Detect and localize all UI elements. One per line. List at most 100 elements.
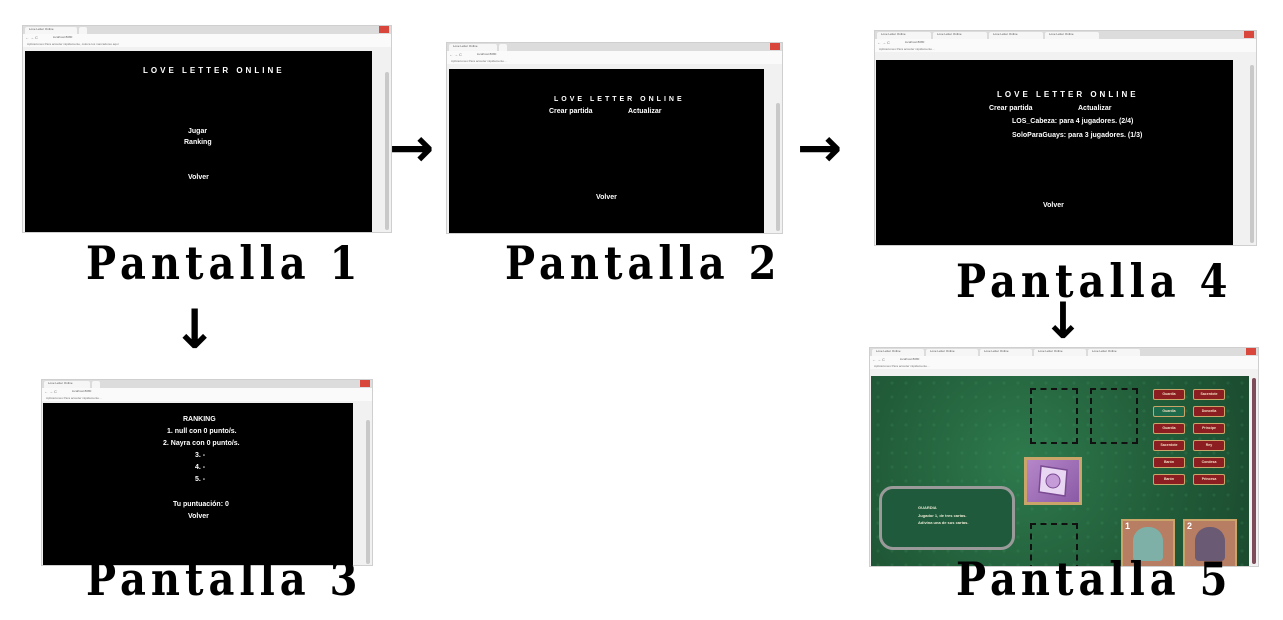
caption-pantalla-3: Pantalla 3 [86, 552, 363, 607]
browser-tab-bar: Love Letter Online –□ [42, 380, 372, 395]
game-list-item[interactable]: LOS_Cabeza: para 4 jugadores. (2/4) [1012, 118, 1133, 125]
refresh-link[interactable]: Actualizar [1078, 105, 1111, 112]
browser-tab[interactable]: Love Letter Online [449, 44, 497, 51]
deck-card[interactable] [1024, 457, 1082, 505]
screenshot-pantalla-3: Love Letter Online –□ ←→C localhost:8080… [41, 379, 373, 566]
card-button-condesa[interactable]: Condesa [1193, 457, 1225, 468]
nav-arrows-icon[interactable]: ←→C [877, 40, 891, 45]
panel-line: Jugador 1, de tres cartas. [918, 513, 967, 518]
back-link[interactable]: Volver [188, 174, 209, 181]
create-game-link[interactable]: Crear partida [549, 108, 593, 115]
panel-line: Adivina una de sus cartas. [918, 520, 969, 525]
card-button-sacerdote[interactable]: Sacerdote [1193, 389, 1225, 400]
nav-arrows-icon[interactable]: ←→C [449, 52, 463, 57]
url-text[interactable]: localhost:8080 [72, 389, 91, 393]
card-button-baron[interactable]: Barón [1153, 474, 1185, 485]
back-link[interactable]: Volver [1043, 202, 1064, 209]
create-game-link[interactable]: Crear partida [989, 105, 1033, 112]
scrollbar[interactable] [366, 420, 370, 564]
close-icon[interactable] [1246, 348, 1256, 355]
close-icon[interactable] [379, 26, 389, 33]
refresh-link[interactable]: Actualizar [628, 108, 661, 115]
arrow-down-icon: ↓ [1042, 292, 1084, 350]
browser-tab[interactable]: Love Letter Online [1034, 349, 1086, 356]
nav-arrows-icon[interactable]: ←→C [44, 389, 58, 394]
new-tab[interactable] [92, 381, 100, 388]
url-text[interactable]: localhost:8080 [905, 40, 924, 44]
browser-tab[interactable]: Love Letter Online [926, 349, 978, 356]
close-icon[interactable] [360, 380, 370, 387]
bookmarks-text[interactable]: Aplicaciones Para acceder rápidamente... [451, 59, 507, 63]
bookmarks-text[interactable]: Aplicaciones Para acceder rápidamente... [46, 396, 102, 400]
arrow-right-icon: → [797, 116, 843, 179]
card-button-guardia[interactable]: Guardia [1153, 406, 1185, 417]
screenshot-pantalla-1: Love Letter Online –□ ←→C localhost:8080… [22, 25, 392, 233]
arrow-right-icon: → [389, 116, 435, 179]
back-link[interactable]: Volver [188, 513, 209, 520]
browser-tab-bar: Love Letter Online –□ [23, 26, 391, 41]
browser-tab[interactable]: Love Letter Online [933, 32, 987, 39]
card-button-doncella[interactable]: Doncella [1193, 406, 1225, 417]
browser-tab[interactable]: Love Letter Online [989, 32, 1043, 39]
bookmarks-text[interactable]: Aplicaciones Para acceder rápidamente... [879, 47, 935, 51]
ranking-row: 2. Nayra con 0 punto/s. [163, 440, 240, 447]
browser-tab[interactable]: Love Letter Online [872, 349, 924, 356]
card-button-princesa[interactable]: Princesa [1193, 474, 1225, 485]
card-button-baron[interactable]: Barón [1153, 457, 1185, 468]
bookmarks-bar: Aplicaciones Para acceder rápidamente... [42, 395, 372, 401]
browser-tab[interactable]: Love Letter Online [980, 349, 1032, 356]
scrollbar[interactable] [776, 103, 780, 231]
screenshot-pantalla-2: Love Letter Online –□ ←→C localhost:8080… [446, 42, 783, 234]
browser-tab[interactable]: Love Letter Online [877, 32, 931, 39]
bookmarks-bar: Aplicaciones Para acceder rápidamente... [875, 46, 1256, 52]
close-icon[interactable] [770, 43, 780, 50]
card-button-rey[interactable]: Rey [1193, 440, 1225, 451]
window-controls: –□ [1228, 348, 1246, 363]
scrollbar[interactable] [1252, 378, 1256, 564]
back-link[interactable]: Volver [596, 194, 617, 201]
ranking-link[interactable]: Ranking [184, 139, 212, 146]
browser-tab[interactable]: Love Letter Online [44, 381, 90, 388]
new-tab[interactable] [79, 27, 87, 34]
url-text[interactable]: localhost:8080 [477, 52, 496, 56]
card-button-principe[interactable]: Príncipe [1193, 423, 1225, 434]
nav-arrows-icon[interactable]: ←→C [25, 35, 39, 40]
game-list-item[interactable]: SoloParaGuays: para 3 jugadores. (1/3) [1012, 132, 1142, 139]
bookmarks-text[interactable]: Aplicaciones Para acceder rápidamente, c… [27, 42, 119, 46]
url-text[interactable]: localhost:8080 [900, 357, 919, 361]
play-link[interactable]: Jugar [188, 128, 207, 135]
caption-pantalla-4: Pantalla 4 [956, 254, 1233, 309]
scrollbar[interactable] [1250, 65, 1254, 243]
bookmarks-text[interactable]: Aplicaciones Para acceder rápidamente... [874, 364, 930, 368]
close-icon[interactable] [1244, 31, 1254, 38]
page-title: LOVE LETTER ONLINE [143, 66, 285, 75]
browser-tab[interactable]: Love Letter Online [1045, 32, 1099, 39]
page-title: LOVE LETTER ONLINE [997, 90, 1139, 99]
screenshot-pantalla-5: Love Letter Online Love Letter Online Lo… [869, 347, 1259, 567]
card-button-sacerdote[interactable]: Sacerdote [1153, 440, 1185, 451]
window-controls: –□ [342, 380, 360, 395]
card-slot[interactable] [1090, 388, 1138, 444]
window-controls: –□ [1226, 31, 1244, 46]
browser-tab[interactable]: Love Letter Online [1088, 349, 1140, 356]
player-number: 2 [1187, 521, 1193, 531]
browser-tab-bar: Love Letter Online –□ [447, 43, 782, 58]
browser-tab[interactable]: Love Letter Online [25, 27, 77, 34]
url-text[interactable]: localhost:8080 [53, 35, 72, 39]
ranking-row: 5. - [195, 476, 206, 483]
nav-arrows-icon[interactable]: ←→C [872, 357, 886, 362]
bookmarks-bar: Aplicaciones Para acceder rápidamente, c… [23, 41, 391, 47]
caption-pantalla-2: Pantalla 2 [505, 236, 782, 291]
arrow-down-icon: ↓ [172, 298, 218, 361]
card-button-guardia[interactable]: Guardia [1153, 423, 1185, 434]
card-button-guardia[interactable]: Guardia [1153, 389, 1185, 400]
window-controls: –□ [752, 43, 770, 58]
page-viewport: RANKING 1. null con 0 punto/s. 2. Nayra … [43, 403, 353, 565]
caption-pantalla-1: Pantalla 1 [86, 236, 363, 291]
user-score: Tu puntuación: 0 [173, 501, 229, 508]
browser-tab-bar: Love Letter Online Love Letter Online Lo… [875, 31, 1256, 46]
panel-title: GUARDIA [918, 505, 937, 510]
new-tab[interactable] [499, 44, 507, 51]
card-slot[interactable] [1030, 388, 1078, 444]
page-title: LOVE LETTER ONLINE [554, 96, 685, 103]
